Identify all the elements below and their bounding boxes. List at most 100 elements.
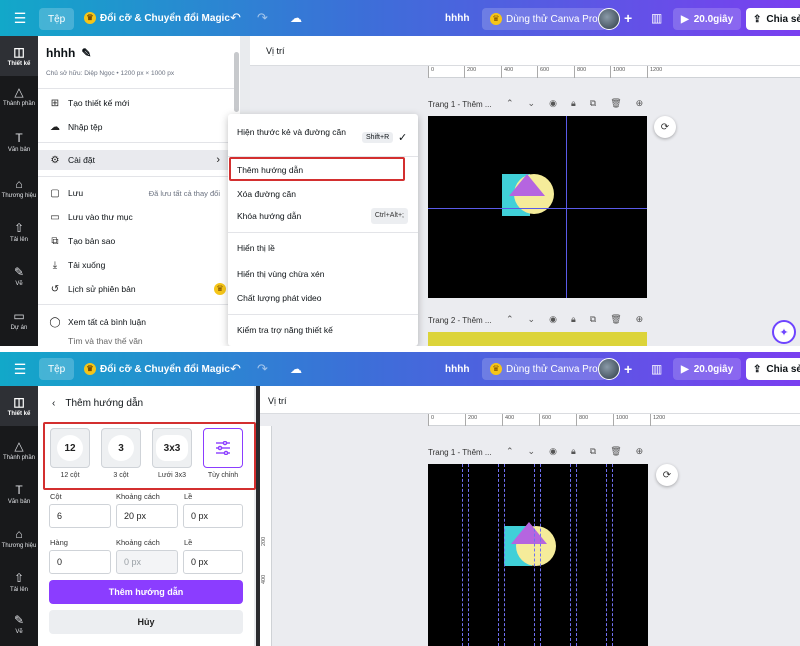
magic-resize-button[interactable]: ♛ Đổi cỡ & Chuyển đổi Magic: [84, 0, 230, 36]
chevron-down-icon[interactable]: ⌄: [528, 446, 536, 457]
undo-icon[interactable]: ↶: [230, 0, 241, 36]
file-menu-button[interactable]: Tệp: [39, 8, 75, 30]
magic-resize-button[interactable]: ♛ Đổi cỡ & Chuyển đổi Magic: [84, 352, 230, 386]
play-button[interactable]: ▶ 20.0giây: [673, 358, 742, 380]
vertical-guide[interactable]: [566, 116, 567, 298]
rail-item-brand[interactable]: ⌂ Thương hiệu: [0, 518, 38, 558]
column-margin-input[interactable]: 0 px: [183, 504, 243, 528]
pencil-icon[interactable]: ✎: [81, 46, 91, 60]
cloud-sync-icon[interactable]: ☁: [290, 352, 302, 386]
rail-item-draw[interactable]: ✎ Vẽ: [0, 256, 38, 296]
column-guide[interactable]: [576, 464, 577, 646]
doc-name[interactable]: hhhh: [445, 0, 469, 36]
cancel-button[interactable]: Hủy: [49, 610, 243, 634]
hamburger-menu-icon[interactable]: ☰: [10, 352, 30, 386]
column-guide[interactable]: [498, 464, 499, 646]
menu-item-show-bleed[interactable]: Hiển thị vùng chừa xén: [228, 266, 418, 282]
menu-item-import[interactable]: ☁ Nhập tệp: [38, 117, 228, 137]
share-button[interactable]: ⇪ Chia sẻ: [746, 8, 800, 30]
page-1-label[interactable]: Trang 1 - Thêm ...: [428, 448, 492, 457]
analytics-icon[interactable]: ▥: [651, 0, 662, 36]
eye-icon[interactable]: ◉: [549, 314, 557, 325]
hamburger-menu-icon[interactable]: ☰: [10, 0, 30, 36]
trash-icon[interactable]: 🗑︎: [610, 314, 621, 325]
rail-item-design[interactable]: ◫ Thiết kế: [0, 386, 38, 426]
play-button[interactable]: ▶ 20.0giây: [673, 8, 742, 30]
chevron-up-icon[interactable]: ⌃: [506, 446, 514, 457]
refresh-icon[interactable]: ⟳: [656, 464, 678, 486]
purple-triangle[interactable]: [511, 522, 547, 544]
menu-item-copy[interactable]: ⧉ Tạo bản sao: [38, 231, 228, 251]
rail-item-elements[interactable]: △ Thành phần: [0, 430, 38, 470]
menu-item-show-margins[interactable]: Hiển thị lề: [228, 240, 418, 256]
lock-icon[interactable]: 🔒︎: [571, 314, 576, 325]
file-menu-button[interactable]: Tệp: [39, 358, 75, 380]
rail-item-text[interactable]: T Văn bản: [0, 474, 38, 514]
columns-input[interactable]: 6: [49, 504, 111, 528]
panel-scrollbar[interactable]: [234, 52, 239, 112]
page-2-label[interactable]: Trang 2 - Thêm ...: [428, 316, 492, 325]
menu-item-new-design[interactable]: ⊞ Tạo thiết kế mới: [38, 93, 228, 113]
column-guide[interactable]: [462, 464, 463, 646]
rail-item-uploads[interactable]: ⇧ Tải lên: [0, 562, 38, 602]
horizontal-guide[interactable]: [428, 208, 647, 209]
menu-item-save-to-folder[interactable]: ▭ Lưu vào thư mục: [38, 207, 228, 227]
chevron-down-icon[interactable]: ⌄: [528, 314, 536, 325]
rows-input[interactable]: 0: [49, 550, 111, 574]
column-gap-input[interactable]: 20 px: [116, 504, 178, 528]
plus-icon[interactable]: +: [624, 352, 632, 386]
rail-item-brand[interactable]: ⌂ Thương hiệu: [0, 168, 38, 208]
add-guides-button[interactable]: Thêm hướng dẫn: [49, 580, 243, 604]
rail-item-text[interactable]: T Văn bản: [0, 122, 38, 162]
add-page-icon[interactable]: ⊕: [636, 446, 644, 457]
lock-icon[interactable]: 🔒︎: [571, 98, 576, 109]
try-pro-button[interactable]: ♛ Dùng thử Canva Pro: [482, 358, 606, 380]
page-1-artboard[interactable]: [428, 116, 647, 298]
column-guide[interactable]: [540, 464, 541, 646]
rail-item-design[interactable]: ◫ Thiết kế: [0, 36, 38, 76]
rail-item-uploads[interactable]: ⇧ Tải lên: [0, 212, 38, 252]
column-guide[interactable]: [468, 464, 469, 646]
menu-item-download[interactable]: ⤓ Tải xuống: [38, 255, 228, 275]
menu-item-save[interactable]: ▢ Lưu Đã lưu tất cả thay đổi: [38, 183, 234, 203]
column-guide[interactable]: [570, 464, 571, 646]
menu-item-show-rulers[interactable]: Hiện thước kẻ và đường căn: [228, 126, 348, 138]
menu-item-settings[interactable]: ⚙ Cài đặt ›: [38, 150, 228, 170]
cloud-sync-icon[interactable]: ☁: [290, 0, 302, 36]
column-guide[interactable]: [606, 464, 607, 646]
trash-icon[interactable]: 🗑︎: [610, 98, 621, 109]
lock-icon[interactable]: 🔒︎: [571, 446, 576, 457]
avatar[interactable]: [598, 8, 620, 30]
eye-icon[interactable]: ◉: [549, 98, 557, 109]
menu-item-clear-guides[interactable]: Xóa đường căn: [228, 186, 418, 202]
rail-item-draw[interactable]: ✎ Vẽ: [0, 604, 38, 644]
menu-item-view-comments[interactable]: ◯ Xem tất cả bình luận: [38, 312, 228, 332]
magic-assistant-icon[interactable]: ✦: [772, 320, 796, 344]
undo-icon[interactable]: ↶: [230, 352, 241, 386]
share-button[interactable]: ⇪ Chia sẻ: [746, 358, 800, 380]
analytics-icon[interactable]: ▥: [651, 352, 662, 386]
refresh-icon[interactable]: ⟳: [654, 116, 676, 138]
duplicate-icon[interactable]: ⧉: [590, 446, 596, 457]
trash-icon[interactable]: 🗑︎: [610, 446, 621, 457]
redo-icon[interactable]: ↷: [257, 352, 268, 386]
duplicate-icon[interactable]: ⧉: [590, 98, 596, 109]
design-title[interactable]: hhhh ✎: [46, 46, 91, 60]
row-margin-input[interactable]: 0 px: [183, 550, 243, 574]
add-page-icon[interactable]: ⊕: [636, 98, 644, 109]
page-2-artboard[interactable]: [428, 332, 647, 346]
position-label[interactable]: Vị trí: [268, 396, 287, 406]
plus-icon[interactable]: +: [624, 0, 632, 36]
column-guide[interactable]: [504, 464, 505, 646]
page-1-artboard[interactable]: [428, 464, 648, 646]
avatar[interactable]: [598, 358, 620, 380]
menu-item-accessibility[interactable]: Kiểm tra trợ năng thiết kế: [228, 322, 418, 338]
doc-name[interactable]: hhhh: [445, 352, 469, 386]
position-label[interactable]: Vị trí: [266, 46, 285, 56]
page-1-label[interactable]: Trang 1 - Thêm ...: [428, 100, 492, 109]
duplicate-icon[interactable]: ⧉: [590, 314, 596, 325]
redo-icon[interactable]: ↷: [257, 0, 268, 36]
purple-triangle[interactable]: [509, 174, 545, 196]
menu-item-lock-guides[interactable]: Khóa hướng dẫn Ctrl+Alt+;: [228, 208, 418, 224]
rail-item-elements[interactable]: △ Thành phần: [0, 76, 38, 116]
